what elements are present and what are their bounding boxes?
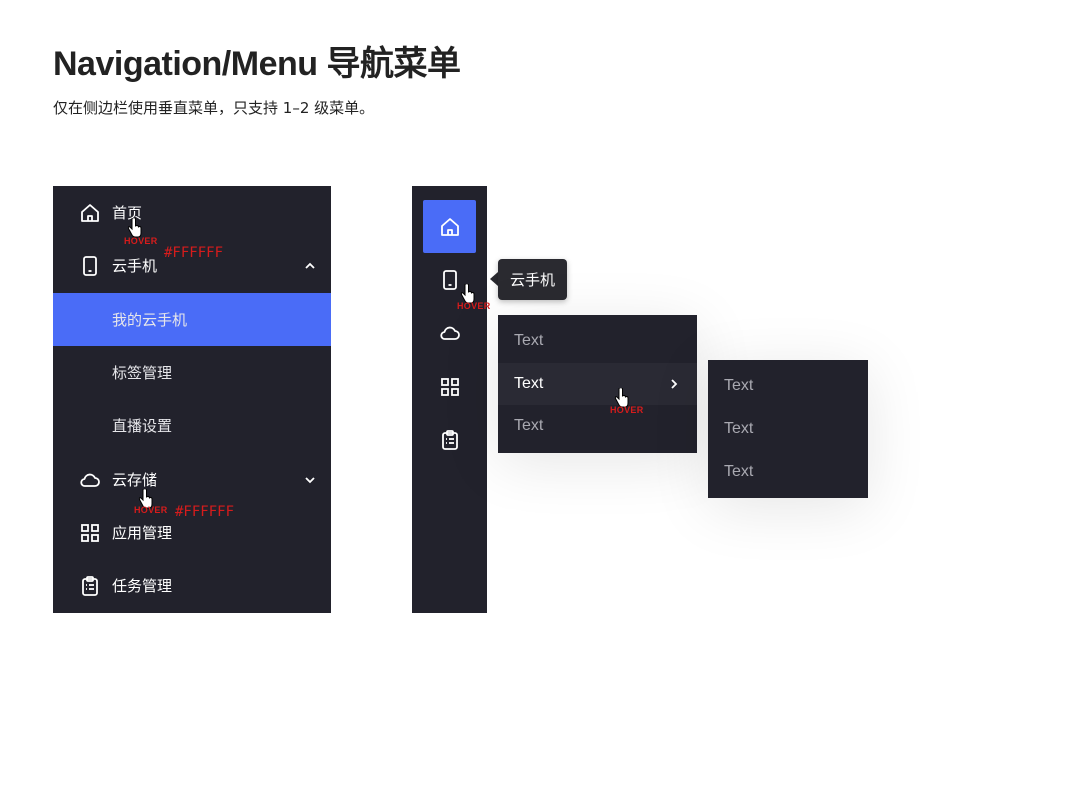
popup-menu-item[interactable]: Text [498,405,697,447]
home-icon [79,202,101,224]
submenu-item-live-settings[interactable]: 直播设置 [53,399,331,452]
chevron-right-icon [671,379,678,389]
menu-item-label: 云手机 [112,257,158,275]
chevron-down-icon[interactable] [303,473,317,487]
clipboard-icon [441,429,458,450]
menu-item-label: 直播设置 [112,417,173,435]
menu-item-label: 应用管理 [112,524,173,542]
page-subtitle: 仅在侧边栏使用垂直菜单，只支持 1–2 级菜单。 [53,99,375,117]
popup-menu-item[interactable]: Text [498,363,697,405]
submenu-popup-item[interactable]: Text [708,451,868,493]
submenu-popup-item[interactable]: Text [708,365,868,407]
menu-item-home[interactable]: 首页 [53,186,331,239]
popup-menu-item[interactable]: Text [498,320,697,362]
phone-icon [442,269,457,290]
submenu-item-my-cloud-phone[interactable]: 我的云手机 [53,293,331,346]
menu-item-label: 我的云手机 [112,311,188,329]
grid-icon [440,377,459,396]
hover-annotation: HOVER [134,505,168,515]
home-icon [440,217,459,236]
rail-item-cloud-storage[interactable] [423,306,476,359]
rail-item-task-management[interactable] [423,413,476,466]
hover-annotation: HOVER [610,405,644,415]
rail-item-app-management[interactable] [423,360,476,413]
hand-cursor-icon [127,218,142,238]
hover-color-annotation: #FFFFFF [164,245,224,261]
submenu-item-tag-management[interactable]: 标签管理 [53,346,331,399]
cloud-icon [79,469,101,491]
menu-item-label: 云存储 [112,471,158,489]
submenu-popup-item[interactable]: Text [708,408,868,450]
menu-item-task-management[interactable]: 任务管理 [53,559,331,612]
menu-item-label: 任务管理 [112,577,173,595]
tooltip: 云手机 [498,259,567,300]
cloud-icon [439,326,460,340]
submenu-popup: Text Text Text [708,360,868,498]
chevron-up-icon[interactable] [303,259,317,273]
hover-annotation: HOVER [457,301,491,311]
menu-item-label: 标签管理 [112,364,173,382]
hover-color-annotation: #FFFFFF [175,504,235,520]
phone-icon [79,255,101,277]
hover-annotation: HOVER [124,236,158,246]
menu-item-cloud-storage[interactable]: 云存储 [53,453,331,506]
page-title: Navigation/Menu 导航菜单 [53,45,461,83]
clipboard-icon [79,575,101,597]
collapsed-sidebar [412,186,487,613]
rail-item-home[interactable] [423,200,476,253]
grid-icon [79,522,101,544]
popup-menu: Text Text Text [498,315,697,453]
tooltip-arrow [490,272,498,286]
